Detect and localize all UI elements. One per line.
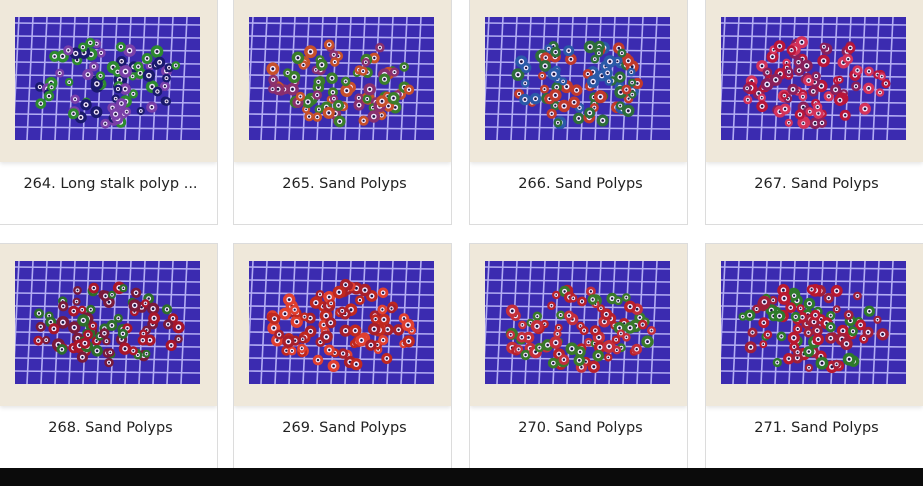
product-title[interactable]: 271. Sand Polyps <box>716 420 917 436</box>
product-title[interactable]: 270. Sand Polyps <box>480 420 681 436</box>
product-title[interactable]: 267. Sand Polyps <box>716 176 917 192</box>
product-photo[interactable] <box>485 17 670 140</box>
product-photo[interactable] <box>721 261 906 384</box>
product-card[interactable]: 265. Sand Polyps <box>233 0 452 225</box>
product-photo[interactable] <box>485 261 670 384</box>
bottom-bar <box>0 468 923 486</box>
product-photo[interactable] <box>721 17 906 140</box>
product-title[interactable]: 264. Long stalk polyp ... <box>10 176 211 192</box>
product-photo[interactable] <box>249 261 434 384</box>
product-title[interactable]: 268. Sand Polyps <box>10 420 211 436</box>
product-grid: 264. Long stalk polyp ... 265. Sand Poly… <box>0 0 923 469</box>
product-card[interactable]: 271. Sand Polyps <box>705 243 923 469</box>
product-card[interactable]: 264. Long stalk polyp ... <box>0 0 218 225</box>
product-photo[interactable] <box>249 17 434 140</box>
product-title[interactable]: 269. Sand Polyps <box>244 420 445 436</box>
product-card[interactable]: 270. Sand Polyps <box>469 243 688 469</box>
product-title[interactable]: 265. Sand Polyps <box>244 176 445 192</box>
product-card[interactable]: 268. Sand Polyps <box>0 243 218 469</box>
product-photo[interactable] <box>15 261 200 384</box>
product-card[interactable]: 266. Sand Polyps <box>469 0 688 225</box>
product-card[interactable]: 269. Sand Polyps <box>233 243 452 469</box>
product-card[interactable]: 267. Sand Polyps <box>705 0 923 225</box>
product-title[interactable]: 266. Sand Polyps <box>480 176 681 192</box>
product-photo[interactable] <box>15 17 200 140</box>
